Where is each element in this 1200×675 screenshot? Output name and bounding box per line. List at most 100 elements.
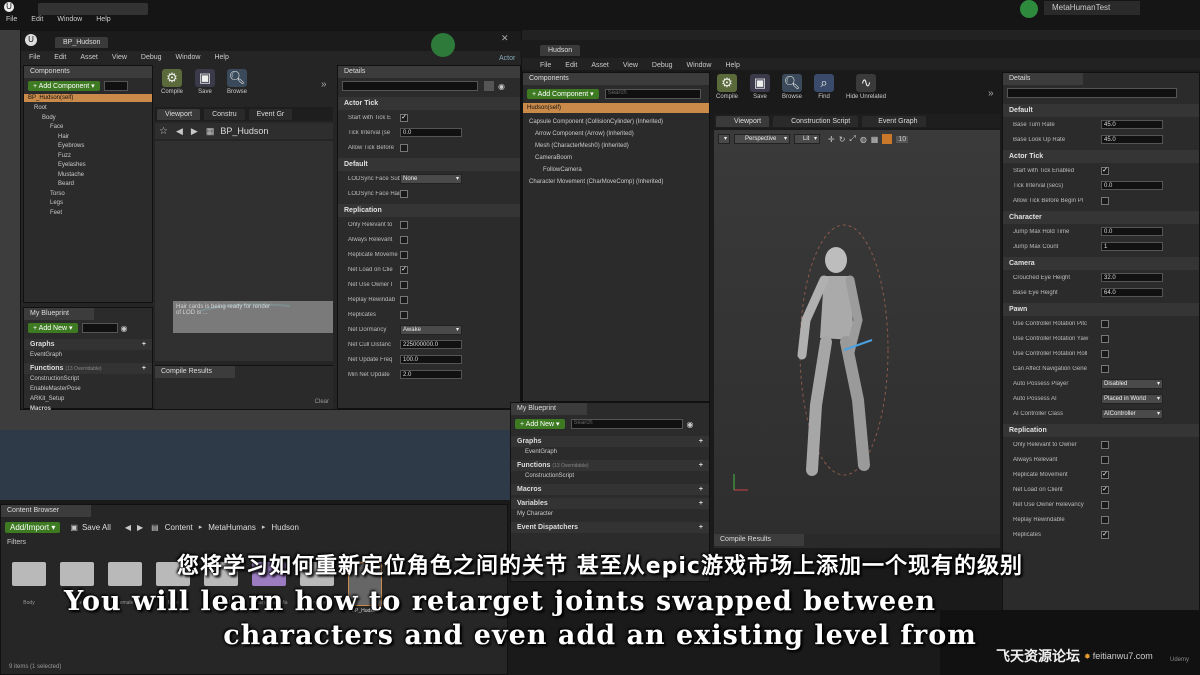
components-search-input[interactable]	[103, 81, 128, 91]
hudson-menu-view[interactable]: View	[623, 62, 638, 69]
hudson-compile-button[interactable]: ⚙ Compile	[716, 74, 738, 100]
tree-item-body[interactable]: Body	[28, 114, 152, 124]
hudson-find-button[interactable]: ⌕ Find	[814, 74, 835, 100]
compile-results-tab[interactable]: Compile Results	[155, 366, 235, 378]
hudson-root-component[interactable]: Hudson(self)	[523, 103, 709, 113]
hudson-components-search[interactable]: Search	[604, 89, 701, 99]
snap-icon[interactable]: ▦	[871, 135, 879, 144]
checkbox-checked[interactable]: ✓	[1101, 470, 1109, 479]
menu-window[interactable]: Window	[57, 16, 82, 23]
hudson-components-tab[interactable]: Components	[523, 73, 709, 85]
functions-section[interactable]: Functions (13 Overridable) +	[24, 363, 152, 374]
tree-item-root[interactable]: Root	[28, 104, 152, 114]
hudson-doc-tab[interactable]: Hudson	[540, 45, 581, 56]
rotate-icon[interactable]: ↻	[839, 135, 846, 144]
tree-item-follow-camera[interactable]: FollowCamera	[529, 164, 709, 176]
hudson-add-function-icon[interactable]: +	[699, 462, 703, 469]
numeric-field[interactable]: 32.0	[1101, 273, 1163, 282]
save-all-button[interactable]: Save All	[82, 523, 111, 532]
bp-menu-help[interactable]: Help	[214, 54, 228, 61]
menu-file[interactable]: File	[6, 16, 17, 23]
content-browser-tab[interactable]: Content Browser	[1, 505, 91, 517]
tree-item-arrow[interactable]: Arrow Component (Arrow) (Inherited)	[529, 128, 709, 140]
section-default-sec[interactable]: Default	[1003, 104, 1199, 117]
checkbox-checked[interactable]: ✓	[1101, 166, 1109, 175]
tab-event-graph[interactable]: Event Gr	[248, 108, 293, 120]
tree-item-feet[interactable]: Feet	[28, 209, 152, 219]
section-character[interactable]: Character	[1003, 211, 1199, 224]
checkbox[interactable]	[1101, 364, 1109, 373]
section-replication[interactable]: Replication	[1003, 424, 1199, 437]
checkbox[interactable]	[400, 310, 408, 319]
add-function-icon[interactable]: +	[142, 365, 146, 372]
checkbox[interactable]	[1101, 500, 1109, 509]
checkbox[interactable]	[400, 295, 408, 304]
numeric-field[interactable]: 45.0	[1101, 120, 1163, 129]
hudson-details-search[interactable]	[1007, 88, 1177, 98]
hudson-function-item[interactable]: ConstructionScript	[511, 471, 709, 481]
bp-menu-edit[interactable]: Edit	[54, 54, 66, 61]
numeric-field[interactable]: 45.0	[1101, 135, 1163, 144]
lit-dropdown[interactable]: Lit	[794, 134, 820, 144]
hudson-add-new-button[interactable]: + Add New ▾	[515, 419, 565, 429]
view-options-icon[interactable]: ◉	[121, 324, 128, 333]
hudson-compile-results-tab[interactable]: Compile Results	[714, 534, 804, 546]
numeric-field[interactable]: 0.0	[400, 128, 462, 137]
hudson-dispatchers-section[interactable]: Event Dispatchers +	[511, 522, 709, 533]
checkbox[interactable]	[1101, 349, 1109, 358]
checkbox[interactable]	[1101, 440, 1109, 449]
dropdown-select[interactable]: AIController	[1101, 408, 1163, 419]
numeric-field[interactable]: 0.0	[1101, 181, 1163, 190]
tree-item-hair[interactable]: Hair	[28, 133, 152, 143]
tree-item-fuzz[interactable]: Fuzz	[28, 152, 152, 162]
numeric-field[interactable]: 2.0	[400, 370, 462, 379]
hudson-save-button[interactable]: ▣ Save	[750, 74, 771, 100]
hudson-menu-window[interactable]: Window	[687, 62, 712, 69]
favorite-star-icon[interactable]: ☆	[159, 126, 168, 137]
bp-hudson-doc-tab[interactable]: BP_Hudson	[55, 37, 109, 48]
add-import-button[interactable]: Add/Import ▾	[5, 521, 61, 533]
property-matrix-icon[interactable]	[484, 81, 494, 91]
hudson-details-tab[interactable]: Details	[1003, 73, 1083, 85]
hide-unrelated-button[interactable]: ∿ Hide Unrelated	[846, 74, 886, 100]
checkbox[interactable]	[400, 220, 408, 229]
tab-construction[interactable]: Constru	[204, 108, 245, 120]
scale-icon[interactable]: ⤢	[849, 134, 855, 144]
hudson-tab-viewport[interactable]: Viewport	[716, 115, 770, 127]
dropdown-select[interactable]: None	[400, 173, 462, 184]
components-tab[interactable]: Components	[24, 66, 152, 78]
details-search-input[interactable]	[342, 81, 478, 91]
hudson-add-macro-icon[interactable]: +	[699, 486, 703, 493]
eye-icon[interactable]: ◉	[498, 82, 505, 91]
section-pawn[interactable]: Pawn	[1003, 303, 1199, 316]
hudson-graphs-section[interactable]: Graphs +	[511, 436, 709, 447]
checkbox[interactable]	[400, 235, 408, 244]
menu-help[interactable]: Help	[96, 16, 110, 23]
hudson-my-blueprint-tab[interactable]: My Blueprint	[511, 403, 587, 415]
bp-source-control-icon[interactable]	[431, 33, 455, 57]
add-component-button[interactable]: + Add Component ▾	[28, 81, 100, 91]
bp-menu-debug[interactable]: Debug	[141, 54, 162, 61]
tree-item-legs[interactable]: Legs	[28, 199, 152, 209]
hudson-add-component-button[interactable]: + Add Component ▾	[527, 89, 599, 99]
section-replication[interactable]: Replication	[338, 204, 520, 217]
tree-item-eyebrows[interactable]: Eyebrows	[28, 142, 152, 152]
hudson-variable-item[interactable]: My Character	[511, 509, 709, 519]
dropdown-select[interactable]: Placed in World	[1101, 393, 1163, 404]
tree-item-torso[interactable]: Torso	[28, 190, 152, 200]
numeric-field[interactable]: 0.0	[1101, 227, 1163, 236]
hudson-menu-debug[interactable]: Debug	[652, 62, 673, 69]
bp-menu-file[interactable]: File	[29, 54, 40, 61]
world-icon[interactable]: ◍	[860, 135, 867, 144]
graphs-section[interactable]: Graphs +	[24, 339, 152, 350]
numeric-field[interactable]: 1	[1101, 242, 1163, 251]
hudson-macros-section[interactable]: Macros +	[511, 484, 709, 495]
tree-item-capsule[interactable]: Capsule Component (CollisionCylinder) (I…	[529, 116, 709, 128]
nav-forward-icon[interactable]: ▶	[137, 523, 143, 532]
hudson-add-dispatcher-icon[interactable]: +	[699, 524, 703, 531]
dropdown-select[interactable]: Awake	[400, 324, 462, 335]
add-new-button[interactable]: + Add New ▾	[28, 323, 78, 333]
hudson-blueprint-search[interactable]: Search	[570, 419, 683, 429]
checkbox[interactable]	[1101, 455, 1109, 464]
back-arrow-icon[interactable]: ◀	[176, 126, 183, 137]
